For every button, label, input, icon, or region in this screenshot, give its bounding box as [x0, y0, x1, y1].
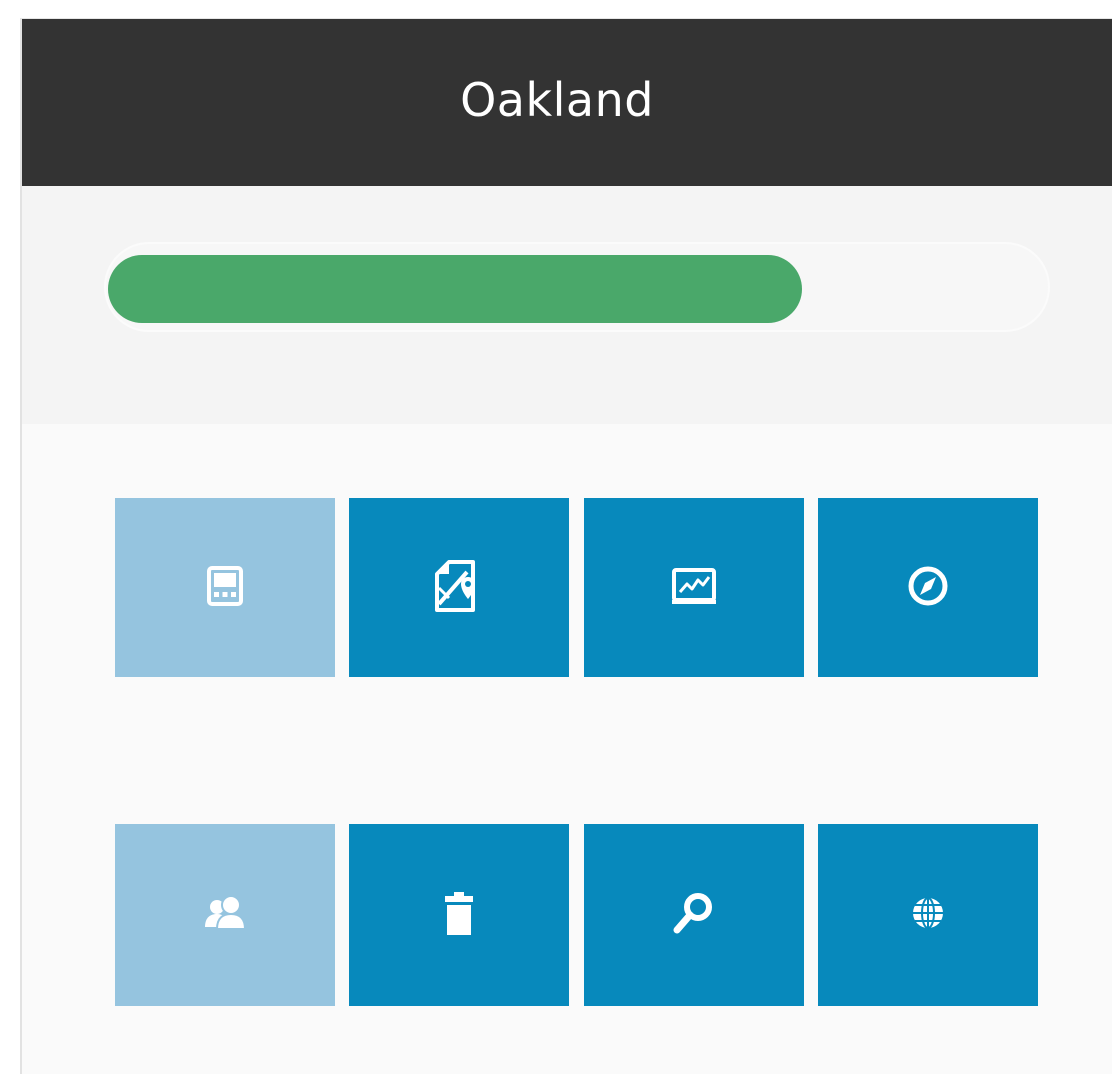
users-tile[interactable] [115, 824, 335, 1006]
progress-section [22, 186, 1112, 424]
map-location-icon [427, 554, 491, 622]
search-icon [662, 881, 726, 949]
progress-fill [108, 255, 802, 323]
page-title: Oakland [460, 72, 654, 127]
compass-tile[interactable] [818, 498, 1038, 677]
globe-tile[interactable] [818, 824, 1038, 1006]
map-tile[interactable] [349, 498, 569, 677]
header-bar: Oakland [22, 19, 1112, 186]
progress-bar [104, 242, 1050, 332]
globe-icon [896, 881, 960, 949]
app-frame: Oakland [20, 18, 1112, 1074]
compass-icon [896, 554, 960, 622]
calculator-tile[interactable] [115, 498, 335, 677]
calculator-icon [193, 554, 257, 622]
trash-tile[interactable] [349, 824, 569, 1006]
users-icon [193, 881, 257, 949]
trash-icon [427, 881, 491, 949]
chart-monitor-icon [662, 554, 726, 622]
chart-tile[interactable] [584, 498, 804, 677]
search-tile[interactable] [584, 824, 804, 1006]
